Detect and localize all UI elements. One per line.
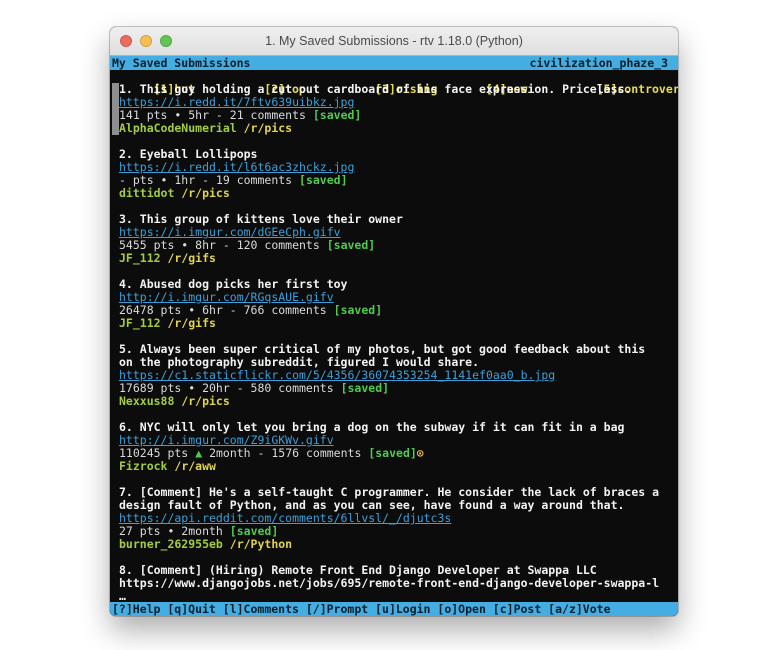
- saved-badge: [saved]: [334, 304, 382, 317]
- submission-list: 1. This guy holding a cut out cardboard …: [110, 83, 678, 602]
- submission-title[interactable]: design fault of Python, and as you can s…: [119, 499, 678, 512]
- window-titlebar[interactable]: 1. My Saved Submissions - rtv 1.18.0 (Py…: [110, 27, 678, 56]
- submission-subreddit[interactable]: /r/gifs: [161, 252, 216, 265]
- submission-stats: 110245 pts ▲ 2month - 1576 comments [sav…: [119, 447, 678, 460]
- submission-subreddit[interactable]: /r/pics: [237, 122, 292, 135]
- zoom-button[interactable]: [160, 35, 172, 47]
- submission-byline: Fizrock /r/aww: [119, 460, 678, 473]
- submission-title[interactable]: 1. This guy holding a cut out cardboard …: [119, 83, 678, 96]
- saved-badge: [saved]: [313, 109, 361, 122]
- submission-author[interactable]: dittidot: [119, 187, 174, 200]
- submission-title[interactable]: on the photography subreddit, figured I …: [119, 356, 678, 369]
- stats-text: 17689 pts • 20hr - 580 comments: [119, 382, 334, 395]
- logged-in-username: civilization_phaze_3: [530, 56, 668, 70]
- submission-title[interactable]: 6. NYC will only let you bring a dog on …: [119, 421, 678, 434]
- submission-stats: 17689 pts • 20hr - 580 comments [saved]: [119, 382, 678, 395]
- submission-byline: AlphaCodeNumerial /r/pics: [119, 122, 678, 135]
- submission-byline: burner_262955eb /r/Python: [119, 538, 678, 551]
- submission-subreddit[interactable]: /r/aww: [167, 460, 215, 473]
- submission-title[interactable]: 3. This group of kittens love their owne…: [119, 213, 678, 226]
- stats-text: - pts • 1hr - 19 comments: [119, 174, 292, 187]
- submission-subreddit[interactable]: /r/Python: [223, 538, 292, 551]
- terminal-window: 1. My Saved Submissions - rtv 1.18.0 (Py…: [110, 27, 678, 616]
- keybinding-hints: [?]Help [q]Quit [l]Comments [/]Prompt [u…: [112, 602, 611, 616]
- submission-url[interactable]: https://i.imgur.com/dGEeCph.gifv: [119, 226, 678, 239]
- submission-stats: - pts • 1hr - 19 comments [saved]: [119, 174, 678, 187]
- submission-title[interactable]: 7. [Comment] He's a self-taught C progra…: [119, 486, 678, 499]
- submission-subreddit[interactable]: /r/pics: [174, 187, 229, 200]
- submission-item[interactable]: 5. Always been super critical of my phot…: [112, 343, 678, 408]
- submission-title[interactable]: 4. Abused dog picks her first toy: [119, 278, 678, 291]
- submission-author[interactable]: JF_112: [119, 317, 161, 330]
- submission-item[interactable]: 3. This group of kittens love their owne…: [112, 213, 678, 265]
- submission-subreddit[interactable]: /r/gifs: [161, 317, 216, 330]
- submission-item[interactable]: 4. Abused dog picks her first toy http:/…: [112, 278, 678, 330]
- submission-title[interactable]: 2. Eyeball Lollipops: [119, 148, 678, 161]
- upvote-arrow-icon[interactable]: ▲: [195, 447, 202, 460]
- stats-text: 26478 pts • 6hr - 766 comments: [119, 304, 327, 317]
- saved-badge: [saved]: [327, 239, 375, 252]
- submission-title[interactable]: 8. [Comment] (Hiring) Remote Front End D…: [119, 564, 678, 577]
- submission-author[interactable]: Fizrock: [119, 460, 167, 473]
- submission-title[interactable]: 5. Always been super critical of my phot…: [119, 343, 678, 356]
- status-bar-top: My Saved Submissions civilization_phaze_…: [110, 56, 678, 70]
- stats-text: 110245 pts: [119, 447, 188, 460]
- page-title: My Saved Submissions: [112, 56, 250, 70]
- submission-stats: 27 pts • 2month [saved]: [119, 525, 678, 538]
- status-bar-bottom: [?]Help [q]Quit [l]Comments [/]Prompt [u…: [110, 602, 678, 616]
- submission-item[interactable]: 6. NYC will only let you bring a dog on …: [112, 421, 678, 473]
- submission-url[interactable]: https://c1.staticflickr.com/5/4356/36074…: [119, 369, 678, 382]
- submission-url[interactable]: http://i.imgur.com/RGqsAUE.gifv: [119, 291, 678, 304]
- stats-text: 141 pts • 5hr - 21 comments: [119, 109, 306, 122]
- stats-text: 5455 pts • 8hr - 120 comments: [119, 239, 320, 252]
- close-button[interactable]: [120, 35, 132, 47]
- sort-tabs: [1]hot[2]top[3]rising[4]new[5]controvers…: [110, 70, 678, 83]
- submission-url[interactable]: https://i.redd.it/7ftv639uibkz.jpg: [119, 96, 678, 109]
- submission-byline: Nexxus88 /r/pics: [119, 395, 678, 408]
- saved-badge: [saved]: [299, 174, 347, 187]
- submission-byline: JF_112 /r/gifs: [119, 252, 678, 265]
- submission-author[interactable]: burner_262955eb: [119, 538, 223, 551]
- submission-item[interactable]: 8. [Comment] (Hiring) Remote Front End D…: [112, 564, 678, 602]
- submission-byline: JF_112 /r/gifs: [119, 317, 678, 330]
- submission-stats: 141 pts • 5hr - 21 comments [saved]: [119, 109, 678, 122]
- submission-item[interactable]: 2. Eyeball Lollipops https://i.redd.it/l…: [112, 148, 678, 200]
- saved-badge: [saved]: [341, 382, 389, 395]
- submission-url[interactable]: http://i.imgur.com/Z9iGKWv.gifv: [119, 434, 678, 447]
- submission-author[interactable]: JF_112: [119, 252, 161, 265]
- submission-author[interactable]: Nexxus88: [119, 395, 174, 408]
- submission-author[interactable]: AlphaCodeNumerial: [119, 122, 237, 135]
- window-controls: [120, 35, 172, 47]
- terminal-content: My Saved Submissions civilization_phaze_…: [110, 56, 678, 616]
- stats-text: 27 pts • 2month: [119, 525, 223, 538]
- stats-text: 2month - 1576 comments: [209, 447, 361, 460]
- submission-url[interactable]: https://www.djangojobs.net/jobs/695/remo…: [119, 577, 678, 590]
- submission-stats: 5455 pts • 8hr - 120 comments [saved]: [119, 239, 678, 252]
- gilded-icon: ⊙: [417, 447, 424, 460]
- submission-subreddit[interactable]: /r/pics: [174, 395, 229, 408]
- submission-url-continuation: …: [119, 590, 678, 602]
- saved-badge: [saved]: [368, 447, 416, 460]
- window-title: 1. My Saved Submissions - rtv 1.18.0 (Py…: [265, 34, 523, 48]
- saved-badge: [saved]: [230, 525, 278, 538]
- submission-item[interactable]: 7. [Comment] He's a self-taught C progra…: [112, 486, 678, 551]
- submission-item[interactable]: 1. This guy holding a cut out cardboard …: [112, 83, 678, 135]
- submission-url[interactable]: https://api.reddit.com/comments/6llvsl/_…: [119, 512, 678, 525]
- submission-url[interactable]: https://i.redd.it/l6t6ac3zhckz.jpg: [119, 161, 678, 174]
- submission-byline: dittidot /r/pics: [119, 187, 678, 200]
- minimize-button[interactable]: [140, 35, 152, 47]
- submission-stats: 26478 pts • 6hr - 766 comments [saved]: [119, 304, 678, 317]
